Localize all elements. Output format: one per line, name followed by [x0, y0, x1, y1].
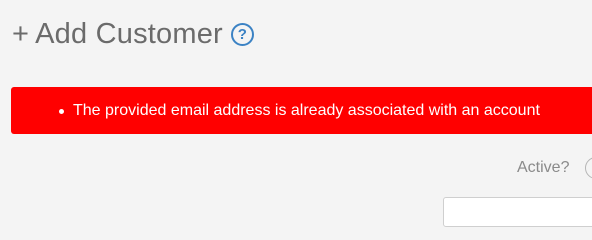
active-toggle[interactable] [585, 157, 592, 179]
add-customer-page: + Add Customer ? The provided email addr… [0, 0, 592, 227]
page-title-text: Add Customer [35, 18, 223, 50]
plus-icon: + [12, 18, 30, 50]
question-circle-icon[interactable]: ? [230, 23, 254, 46]
form-input-field[interactable] [443, 197, 592, 227]
error-list: The provided email address is already as… [59, 101, 540, 121]
active-label: Active? [517, 159, 570, 176]
page-title: + Add Customer ? [12, 14, 254, 54]
error-alert: The provided email address is already as… [11, 87, 592, 134]
error-message: The provided email address is already as… [59, 101, 540, 119]
help-glyph: ? [237, 26, 248, 43]
